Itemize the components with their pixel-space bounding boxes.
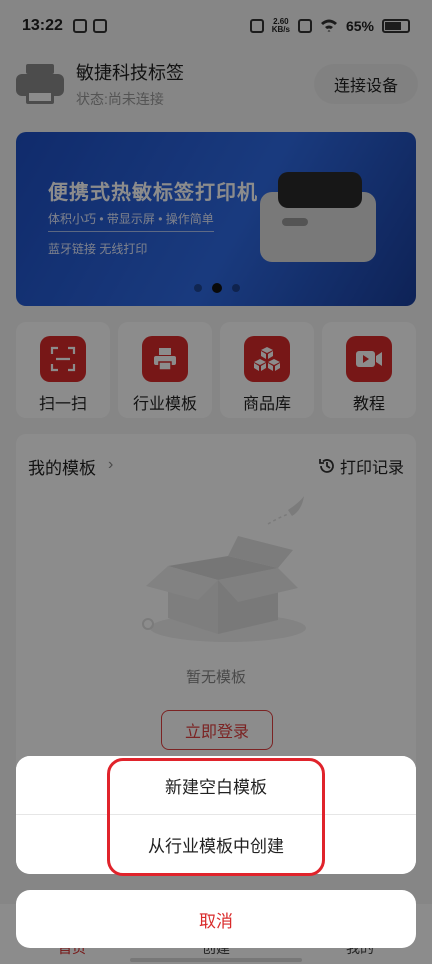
action-sheet: 新建空白模板 从行业模板中创建 — [16, 756, 416, 874]
sheet-divider — [16, 814, 416, 815]
create-from-industry-template-option[interactable]: 从行业模板中创建 — [16, 815, 416, 874]
new-blank-template-option[interactable]: 新建空白模板 — [16, 756, 416, 815]
cancel-button[interactable]: 取消 — [16, 890, 416, 948]
home-indicator — [130, 958, 302, 962]
